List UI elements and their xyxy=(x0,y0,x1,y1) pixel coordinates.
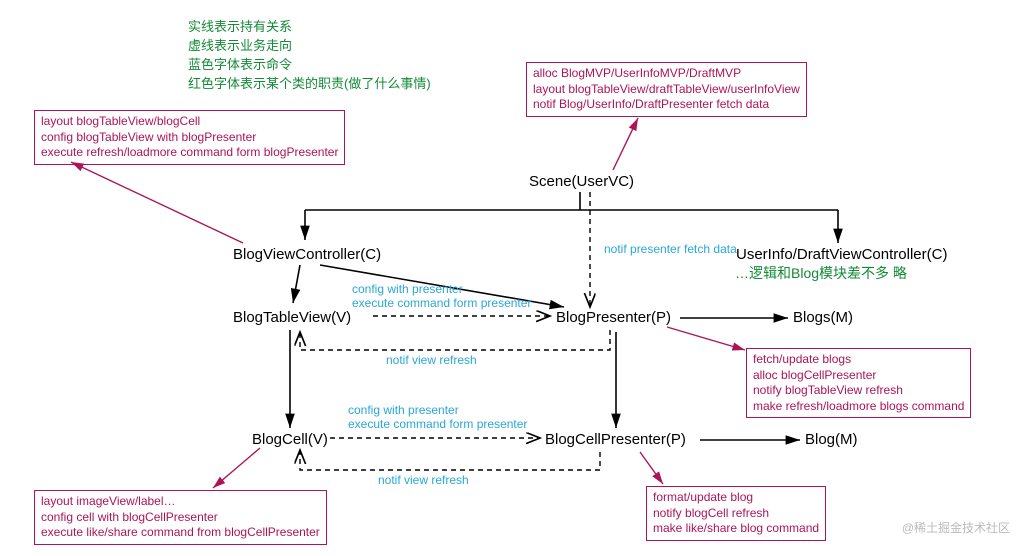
resp-box-scene: alloc BlogMVP/UserInfoMVP/DraftMVP layou… xyxy=(526,62,807,117)
resp-blogcellp-3: make like/share blog command xyxy=(653,521,819,537)
resp-box-blogs: fetch/update blogs alloc blogCellPresent… xyxy=(746,348,971,418)
resp-blogs-3: notify blogTableView refresh xyxy=(753,383,964,399)
resp-blogcellp-2: notify blogCell refresh xyxy=(653,506,819,522)
node-blogvc: BlogViewController(C) xyxy=(233,245,381,265)
resp-blogcell-3: execute like/share command from blogCell… xyxy=(41,525,320,541)
node-blogcellpresenter: BlogCellPresenter(P) xyxy=(545,430,686,450)
resp-blogvc-1: layout blogTableView/blogCell xyxy=(41,114,338,130)
resp-blogcell-2: config cell with blogCellPresenter xyxy=(41,510,320,526)
node-blogpresenter: BlogPresenter(P) xyxy=(556,308,671,328)
node-blogtv: BlogTableView(V) xyxy=(233,308,351,328)
node-blog: Blog(M) xyxy=(805,430,858,450)
cmd-notif-presenter: notif presenter fetch data xyxy=(604,242,737,258)
node-userinfovc-sub: …逻辑和Blog模块差不多 略 xyxy=(735,264,907,282)
legend-line-4: 红色字体表示某个类的职责(做了什么事情) xyxy=(188,75,431,94)
cmd-notif-view-2: notif view refresh xyxy=(378,473,469,489)
resp-box-blogcellp: format/update blog notify blogCell refre… xyxy=(646,486,826,541)
resp-blogcellp-1: format/update blog xyxy=(653,490,819,506)
legend-line-3: 蓝色字体表示命令 xyxy=(188,56,431,75)
node-userinfovc: UserInfo/DraftViewController(C) xyxy=(736,245,947,265)
legend-line-1: 实线表示持有关系 xyxy=(188,18,431,37)
resp-box-blogcell: layout imageView/label… config cell with… xyxy=(34,490,327,545)
node-blogs: Blogs(M) xyxy=(793,308,853,328)
legend-line-2: 虚线表示业务走向 xyxy=(188,37,431,56)
resp-blogvc-3: execute refresh/loadmore command form bl… xyxy=(41,145,338,161)
resp-scene-1: alloc BlogMVP/UserInfoMVP/DraftMVP xyxy=(533,66,800,82)
cmd-notif-view-1: notif view refresh xyxy=(386,353,477,369)
resp-blogcell-1: layout imageView/label… xyxy=(41,494,320,510)
cmd-exec-1: execute command form presenter xyxy=(352,296,531,312)
node-scene: Scene(UserVC) xyxy=(529,172,634,192)
node-blogcell: BlogCell(V) xyxy=(252,430,328,450)
resp-scene-2: layout blogTableView/draftTableView/user… xyxy=(533,82,800,98)
watermark: @稀土掘金技术社区 xyxy=(902,519,1010,536)
resp-blogvc-2: config blogTableView with blogPresenter xyxy=(41,130,338,146)
resp-blogs-4: make refresh/loadmore blogs command xyxy=(753,399,964,415)
resp-box-blogvc: layout blogTableView/blogCell config blo… xyxy=(34,110,345,165)
resp-scene-3: notif Blog/UserInfo/DraftPresenter fetch… xyxy=(533,97,800,113)
legend: 实线表示持有关系 虚线表示业务走向 蓝色字体表示命令 红色字体表示某个类的职责(… xyxy=(188,18,431,93)
resp-blogs-1: fetch/update blogs xyxy=(753,352,964,368)
resp-blogs-2: alloc blogCellPresenter xyxy=(753,368,964,384)
cmd-exec-2: execute command form presenter xyxy=(348,417,527,433)
